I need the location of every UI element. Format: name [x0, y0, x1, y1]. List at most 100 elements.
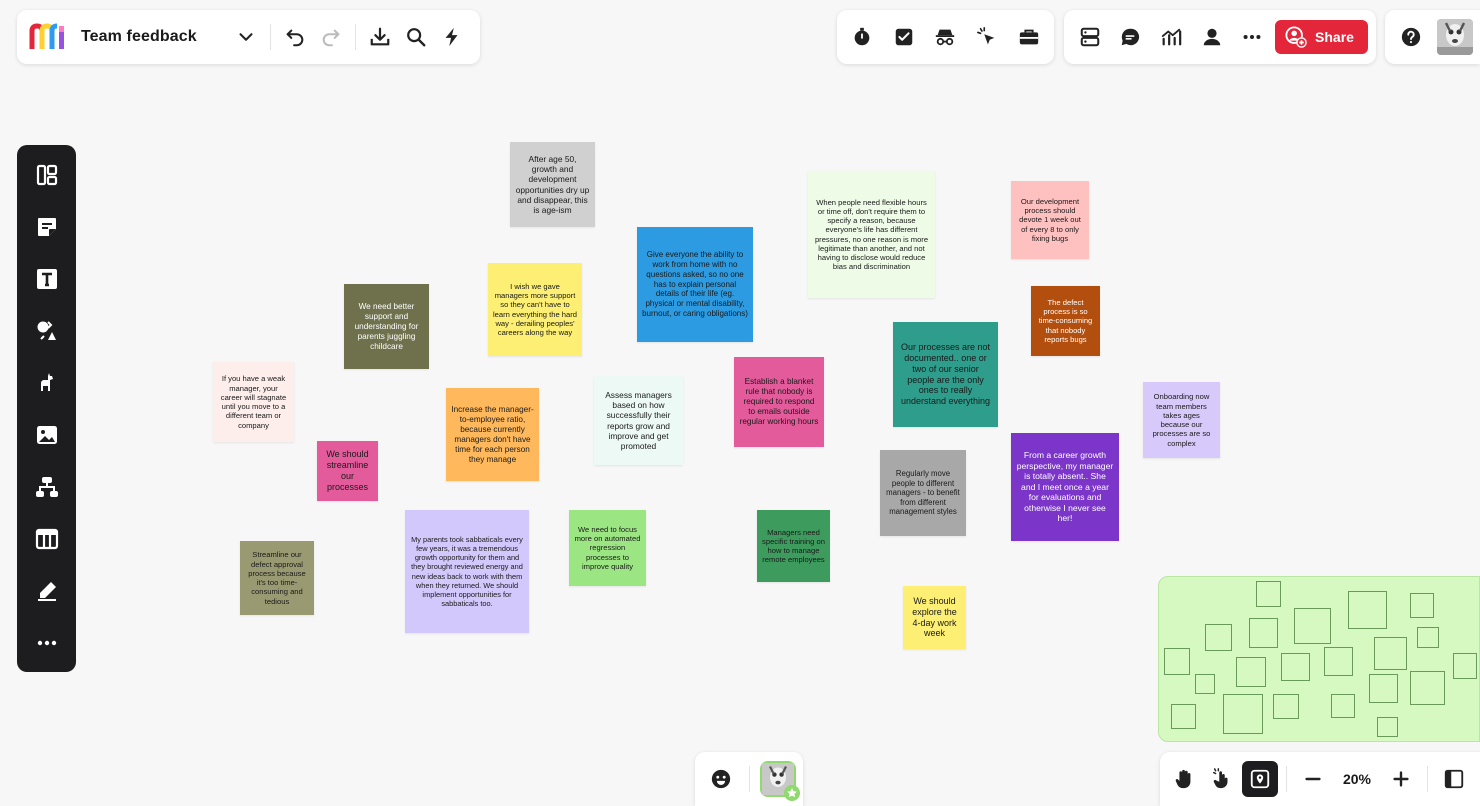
pen-button[interactable] — [29, 573, 65, 609]
sticky-note-button[interactable] — [29, 209, 65, 245]
sticky-note[interactable]: Give everyone the ability to work from h… — [637, 227, 753, 342]
sticky-text: The defect process is so time-consuming … — [1038, 297, 1093, 344]
sticky-note[interactable]: I wish we gave managers more support so … — [488, 263, 582, 356]
shapes-button[interactable] — [29, 313, 65, 349]
toolbox-icon — [1019, 29, 1039, 45]
text-button[interactable] — [29, 261, 65, 297]
star-badge-icon — [783, 785, 800, 801]
sticky-note[interactable]: We should streamline our processes — [317, 441, 378, 501]
sticky-text: From a career growth perspective, my man… — [1016, 450, 1114, 524]
minimap-item — [1195, 674, 1215, 694]
cards-button[interactable] — [1072, 19, 1108, 55]
sticky-text: Regularly move people to different manag… — [886, 469, 960, 517]
sticky-text: Our development process should devote 1 … — [1019, 196, 1081, 243]
sticky-note[interactable]: Managers need specific training on how t… — [757, 510, 830, 582]
sticky-note[interactable]: Streamline our defect approval process b… — [240, 541, 314, 615]
map-toggle-button[interactable] — [1242, 761, 1278, 797]
creation-toolbar — [17, 145, 76, 672]
sticky-text: Increase the manager-to-employee ratio, … — [451, 404, 534, 464]
help-button[interactable] — [1393, 19, 1429, 55]
sticky-text: Onboarding now team members takes ages b… — [1152, 392, 1211, 448]
divider — [270, 24, 271, 50]
sticky-note[interactable]: We need to focus more on automated regre… — [569, 510, 646, 586]
toolbox-button[interactable] — [1011, 19, 1047, 55]
upload-image-button[interactable] — [29, 417, 65, 453]
board-menu-button[interactable] — [228, 19, 264, 55]
sticky-note[interactable]: Our processes are not documented.. one o… — [893, 322, 998, 427]
minimap-item — [1374, 637, 1407, 670]
board-title[interactable]: Team feedback — [81, 28, 197, 46]
minimap-item — [1324, 647, 1353, 676]
search-button[interactable] — [398, 19, 434, 55]
export-icon — [370, 27, 390, 46]
sticky-text: We should explore the 4-day work week — [912, 595, 957, 639]
emoji-button[interactable] — [703, 761, 739, 797]
zoom-out-button[interactable] — [1295, 761, 1331, 797]
board-actions-bar: Share — [1064, 10, 1376, 64]
analytics-button[interactable] — [1153, 19, 1189, 55]
sticky-note[interactable]: Onboarding now team members takes ages b… — [1143, 382, 1220, 458]
templates-button[interactable] — [29, 157, 65, 193]
avatar[interactable] — [1437, 19, 1473, 55]
llama-button[interactable] — [29, 365, 65, 401]
help-avatar-bar — [1385, 10, 1480, 64]
divider — [1427, 766, 1428, 792]
minimap-item — [1205, 624, 1232, 651]
sticky-note[interactable]: When people need flexible hours or time … — [808, 171, 935, 298]
comments-button[interactable] — [1113, 19, 1149, 55]
zoom-bar: 20% — [1160, 752, 1480, 806]
zoom-in-button[interactable] — [1383, 761, 1419, 797]
sticky-note[interactable]: Establish a blanket rule that nobody is … — [734, 357, 824, 447]
more-tools-button[interactable] — [29, 625, 65, 661]
minus-icon — [1305, 777, 1321, 781]
actions-button[interactable] — [434, 19, 470, 55]
zoom-level[interactable]: 20% — [1333, 771, 1381, 787]
sticky-text: Establish a blanket rule that nobody is … — [739, 377, 819, 426]
minimap-item — [1256, 581, 1281, 607]
export-button[interactable] — [362, 19, 398, 55]
sticky-note[interactable]: We need better support and understanding… — [344, 284, 429, 369]
timer-button[interactable] — [844, 19, 880, 55]
sticky-note[interactable]: The defect process is so time-consuming … — [1031, 286, 1100, 356]
mindmap-button[interactable] — [29, 469, 65, 505]
minimap-item — [1281, 653, 1310, 681]
timer-icon — [854, 27, 870, 46]
sticky-note[interactable]: We should explore the 4-day work week — [903, 586, 966, 649]
sticky-note[interactable]: Our development process should devote 1 … — [1011, 181, 1089, 259]
minimap-item — [1236, 657, 1266, 687]
user-icon — [1203, 28, 1220, 46]
minimap-item — [1410, 593, 1434, 618]
attention-button[interactable] — [969, 19, 1005, 55]
sticky-note[interactable]: My parents took sabbaticals every few ye… — [405, 510, 529, 633]
sticky-note[interactable]: If you have a weak manager, your career … — [213, 362, 294, 442]
board-title-bar: Team feedback — [17, 10, 480, 64]
redo-icon — [322, 29, 340, 47]
comment-icon — [1122, 28, 1140, 46]
sticky-note[interactable]: After age 50, growth and development opp… — [510, 142, 595, 227]
user-avatar[interactable] — [759, 761, 800, 801]
table-button[interactable] — [29, 521, 65, 557]
minimap[interactable] — [1158, 576, 1480, 742]
sticky-note[interactable]: Increase the manager-to-employee ratio, … — [446, 388, 539, 481]
select-tool-button[interactable] — [1204, 761, 1240, 797]
undo-button[interactable] — [277, 19, 313, 55]
sticky-note[interactable]: Assess managers based on how successfull… — [594, 376, 683, 465]
user-button[interactable] — [1194, 19, 1230, 55]
sticky-note[interactable]: From a career growth perspective, my man… — [1011, 433, 1119, 541]
sticky-text: When people need flexible hours or time … — [814, 197, 929, 272]
hand-tool-button[interactable] — [1166, 761, 1202, 797]
minimap-item — [1164, 648, 1190, 675]
redo-button[interactable] — [313, 19, 349, 55]
private-mode-button[interactable] — [927, 19, 963, 55]
sticky-text: We need to focus more on automated regre… — [574, 524, 641, 571]
spy-icon — [936, 29, 955, 46]
sidebar-toggle-button[interactable] — [1436, 761, 1472, 797]
miro-logo-icon[interactable] — [29, 23, 67, 51]
more-button[interactable] — [1234, 19, 1270, 55]
voting-button[interactable] — [886, 19, 922, 55]
sticky-note[interactable]: Regularly move people to different manag… — [880, 450, 966, 536]
pen-icon — [37, 582, 56, 601]
minimap-item — [1410, 671, 1445, 705]
share-user-icon — [1285, 26, 1307, 48]
share-button[interactable]: Share — [1275, 20, 1368, 54]
